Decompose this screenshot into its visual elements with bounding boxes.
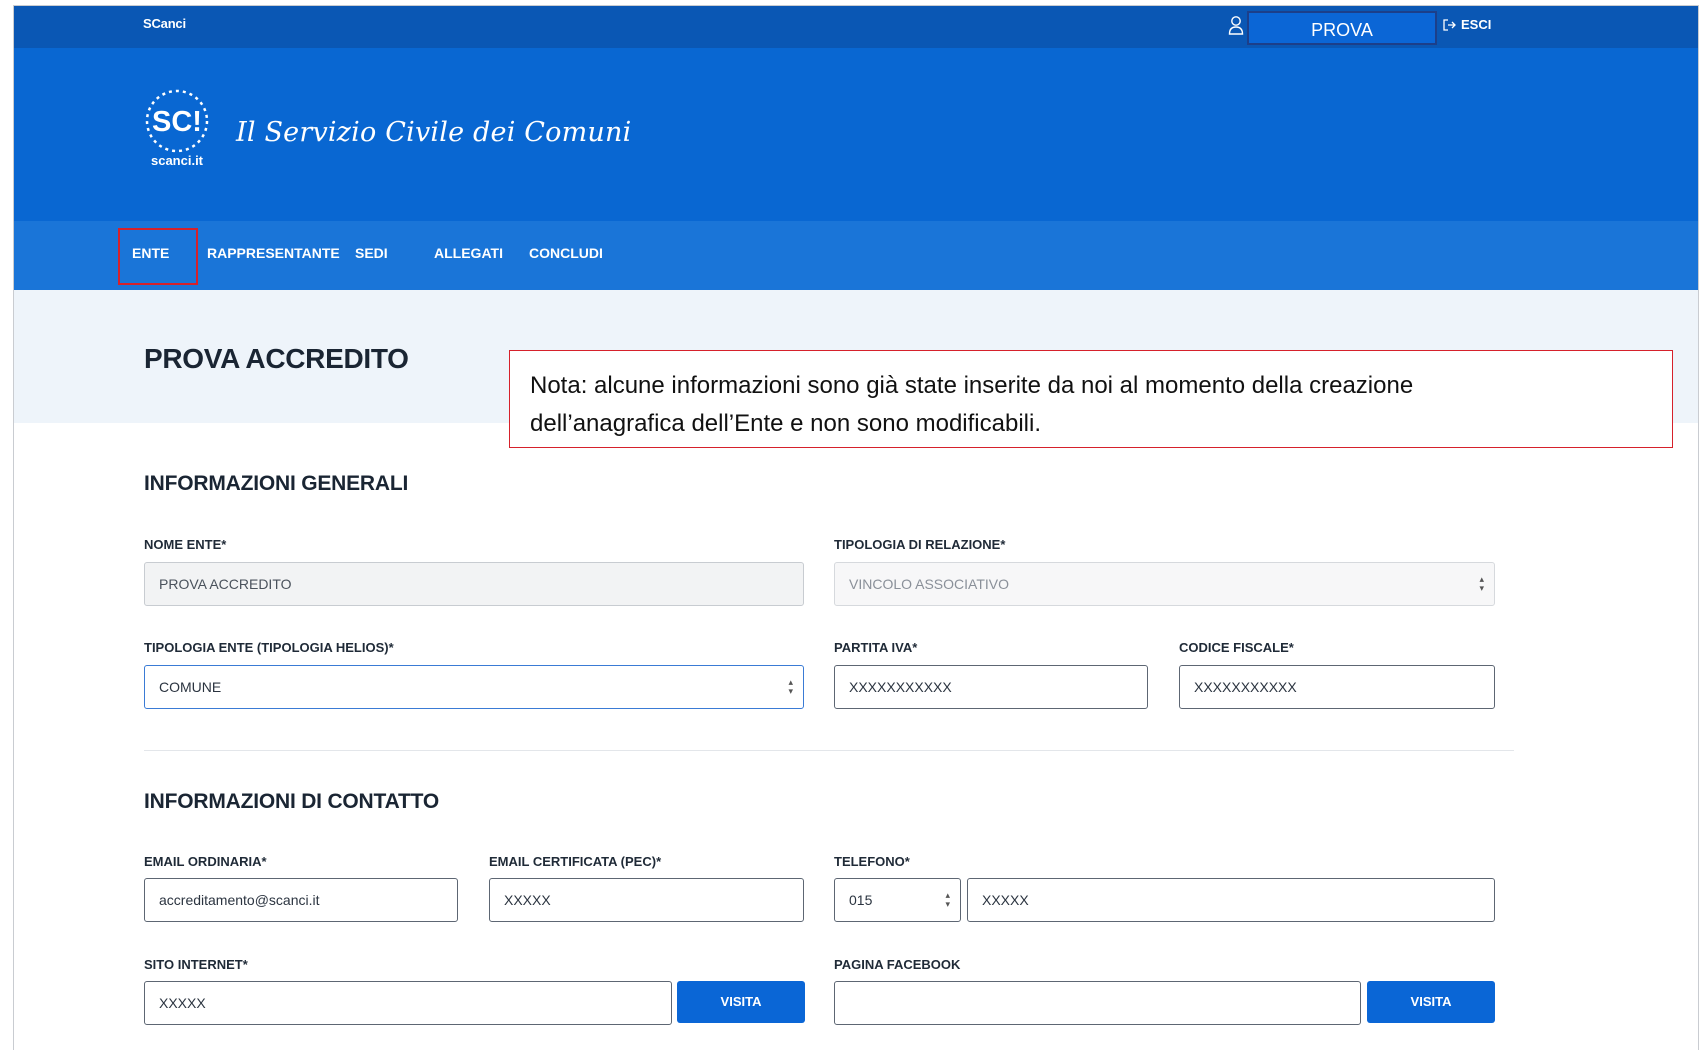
sito-label: SITO INTERNET* <box>144 957 248 972</box>
telefono-field[interactable]: XXXXX <box>967 878 1495 922</box>
tipologia-ente-label: TIPOLOGIA ENTE (TIPOLOGIA HELIOS)* <box>144 640 394 655</box>
facebook-visit-button[interactable]: VISITA <box>1367 981 1495 1023</box>
section-divider <box>144 750 1514 751</box>
tipologia-relazione-select[interactable]: VINCOLO ASSOCIATIVO ▴ ▾ <box>834 562 1495 606</box>
telefono-label: TELEFONO* <box>834 854 910 869</box>
logo-domain: scanci.it <box>151 153 204 168</box>
scanci-logo[interactable]: SC! scanci.it <box>142 81 212 171</box>
partita-iva-field[interactable]: XXXXXXXXXXX <box>834 665 1148 709</box>
telefono-prefix-value: 015 <box>849 892 873 908</box>
telefono-prefix-select[interactable]: 015 ▴ ▾ <box>834 878 961 922</box>
codice-fiscale-field[interactable]: XXXXXXXXXXX <box>1179 665 1495 709</box>
facebook-field[interactable] <box>834 981 1361 1025</box>
select-arrows-icon: ▴ ▾ <box>1479 574 1484 593</box>
main-nav: ENTE RAPPRESENTANTE SEDI ALLEGATI CONCLU… <box>14 221 1698 290</box>
active-tab-highlight <box>118 228 198 285</box>
tipologia-ente-value: COMUNE <box>159 679 222 695</box>
nome-ente-label: NOME ENTE* <box>144 537 227 552</box>
section-title-contact: INFORMAZIONI DI CONTATTO <box>144 790 440 813</box>
section-title-general: INFORMAZIONI GENERALI <box>144 472 409 495</box>
partita-iva-label: PARTITA IVA* <box>834 640 918 655</box>
note-line-2: dell’anagrafica dell’Ente e non sono mod… <box>530 410 1041 437</box>
site-header: SC! scanci.it Il Servizio Civile dei Com… <box>14 48 1698 221</box>
logo-mark: SC! <box>152 106 202 138</box>
email-label: EMAIL ORDINARIA* <box>144 854 267 869</box>
browser-viewport: SCanci PROVA ESCI SC! scanci.it Il Servi… <box>13 5 1699 1050</box>
codice-fiscale-label: CODICE FISCALE* <box>1179 640 1294 655</box>
user-icon[interactable] <box>1228 14 1244 36</box>
select-arrows-icon: ▴ ▾ <box>945 890 950 909</box>
facebook-label: PAGINA FACEBOOK <box>834 957 961 972</box>
nav-item-rappresentante[interactable]: RAPPRESENTANTE <box>207 221 340 290</box>
nav-item-concludi[interactable]: CONCLUDI <box>529 221 603 290</box>
tipologia-ente-select[interactable]: COMUNE ▴ ▾ <box>144 665 804 709</box>
tipologia-relazione-value: VINCOLO ASSOCIATIVO <box>849 576 1010 592</box>
user-name-box[interactable]: PROVA <box>1247 11 1437 45</box>
logout-label: ESCI <box>1461 17 1492 32</box>
pec-label: EMAIL CERTIFICATA (PEC)* <box>489 854 662 869</box>
nav-item-allegati[interactable]: ALLEGATI <box>434 221 503 290</box>
logout-icon <box>1443 18 1456 31</box>
nome-ente-field[interactable]: PROVA ACCREDITO <box>144 562 804 606</box>
email-field[interactable]: accreditamento@scanci.it <box>144 878 458 922</box>
sito-visit-button[interactable]: VISITA <box>677 981 805 1023</box>
top-bar: SCanci PROVA ESCI <box>14 6 1698 48</box>
logout-link[interactable]: ESCI <box>1443 17 1491 32</box>
info-note: Nota: alcune informazioni sono già state… <box>509 350 1673 448</box>
site-title: Il Servizio Civile dei Comuni <box>236 117 632 148</box>
note-line-1: Nota: alcune informazioni sono già state… <box>530 372 1414 399</box>
page-title: PROVA ACCREDITO <box>144 343 409 374</box>
sito-field[interactable]: XXXXX <box>144 981 672 1025</box>
pec-field[interactable]: XXXXX <box>489 878 804 922</box>
nav-item-sedi[interactable]: SEDI <box>355 221 388 290</box>
brand-small[interactable]: SCanci <box>143 16 186 31</box>
select-arrows-icon: ▴ ▾ <box>788 677 793 696</box>
tipologia-relazione-label: TIPOLOGIA DI RELAZIONE* <box>834 537 1006 552</box>
